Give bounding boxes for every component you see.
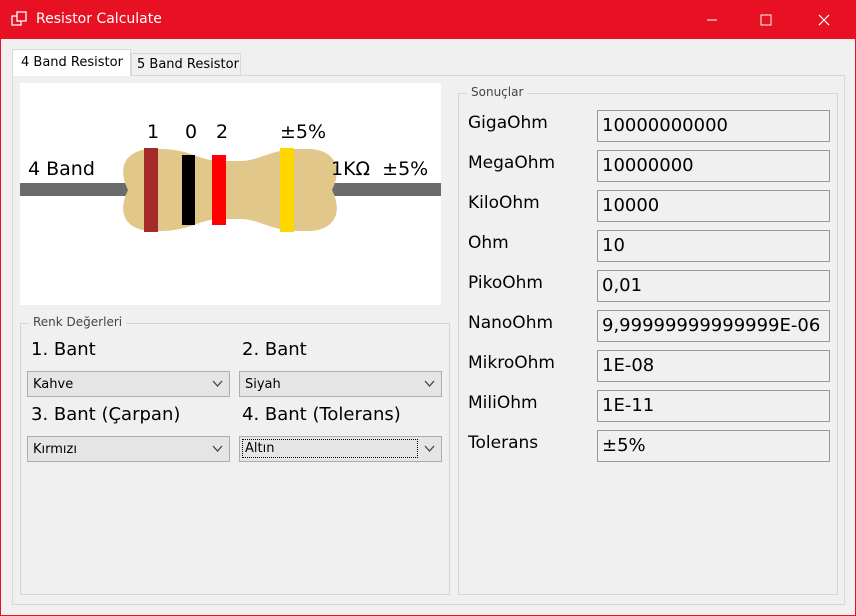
band-4-value: Altın [242, 439, 418, 458]
tab-label: 5 Band Resistor [137, 57, 239, 72]
chevron-down-icon [212, 380, 223, 387]
band-4-stripe [280, 148, 294, 232]
band-4-label: 4. Bant (Tolerans) [242, 404, 401, 425]
resistor-preview: 1 0 2 ±5% 4 Band 1KΩ ±5% [20, 83, 441, 305]
result-label-nanoohm: NanoOhm [468, 313, 554, 333]
band-3-select[interactable]: Kırmızı [27, 436, 230, 462]
band-1-select[interactable]: Kahve [27, 371, 230, 397]
tab-4-band-resistor[interactable]: 4 Band Resistor [12, 49, 131, 76]
band-1-digit: 1 [147, 121, 160, 143]
band-4-tolerance: ±5% [280, 121, 327, 143]
band-1-value: Kahve [33, 377, 74, 392]
band-2-digit: 0 [185, 121, 198, 143]
band-3-multiplier: 2 [216, 121, 229, 143]
minimize-icon [707, 19, 717, 21]
band-3-value: Kırmızı [33, 442, 77, 457]
group-title: Sonuçlar [467, 85, 528, 99]
result-field-tolerans[interactable]: ±5% [597, 430, 830, 462]
result-field-pikoohm[interactable]: 0,01 [597, 270, 830, 302]
chevron-down-icon [212, 445, 223, 452]
result-label-ohm: Ohm [468, 233, 509, 253]
resistor-lead-left [20, 183, 130, 196]
result-label-pikoohm: PikoOhm [468, 273, 543, 293]
band-2-value: Siyah [245, 377, 281, 392]
window-title: Resistor Calculate [36, 11, 162, 27]
tab-label: 4 Band Resistor [21, 55, 123, 70]
result-field-kiloohm[interactable]: 10000 [597, 190, 830, 222]
tab-5-band-resistor[interactable]: 5 Band Resistor [131, 53, 241, 76]
band-2-label: 2. Bant [242, 339, 307, 360]
result-label-tolerans: Tolerans [468, 433, 539, 453]
result-label-megaohm: MegaOhm [468, 153, 556, 173]
result-field-mikroohm[interactable]: 1E-08 [597, 350, 830, 382]
chevron-down-icon [424, 445, 435, 452]
group-title: Renk Değerleri [29, 315, 127, 329]
resistance-value-label: 1KΩ ±5% [331, 158, 429, 180]
maximize-icon [760, 14, 772, 26]
band-2-stripe [182, 155, 195, 225]
result-field-miliohm[interactable]: 1E-11 [597, 390, 830, 422]
minimize-button[interactable] [689, 1, 735, 39]
result-field-megaohm[interactable]: 10000000 [597, 150, 830, 182]
close-icon [818, 14, 830, 26]
band-2-select[interactable]: Siyah [239, 371, 442, 397]
band-1-stripe [144, 148, 158, 232]
result-label-mikroohm: MikroOhm [468, 353, 555, 373]
result-field-ohm[interactable]: 10 [597, 230, 830, 262]
title-bar[interactable]: Resistor Calculate [1, 1, 856, 39]
band-3-stripe [212, 155, 226, 225]
result-field-gigaohm[interactable]: 10000000000 [597, 110, 830, 142]
band-count-label: 4 Band [28, 158, 95, 180]
maximize-button[interactable] [743, 1, 789, 39]
resistor-drawing [20, 148, 441, 232]
band-3-label: 3. Bant (Çarpan) [31, 404, 181, 425]
result-field-nanoohm[interactable]: 9,99999999999999E-06 [597, 310, 830, 342]
band-4-select[interactable]: Altın [239, 436, 442, 462]
close-button[interactable] [801, 1, 847, 39]
band-1-label: 1. Bant [31, 339, 96, 360]
result-label-miliohm: MiliOhm [468, 393, 538, 413]
result-label-gigaohm: GigaOhm [468, 113, 548, 133]
app-window: Resistor Calculate 4 Band Resistor 5 Ban… [0, 0, 856, 616]
app-icon [11, 11, 27, 26]
chevron-down-icon [424, 380, 435, 387]
result-label-kiloohm: KiloOhm [468, 193, 540, 213]
resistor-lead-right [320, 183, 441, 196]
